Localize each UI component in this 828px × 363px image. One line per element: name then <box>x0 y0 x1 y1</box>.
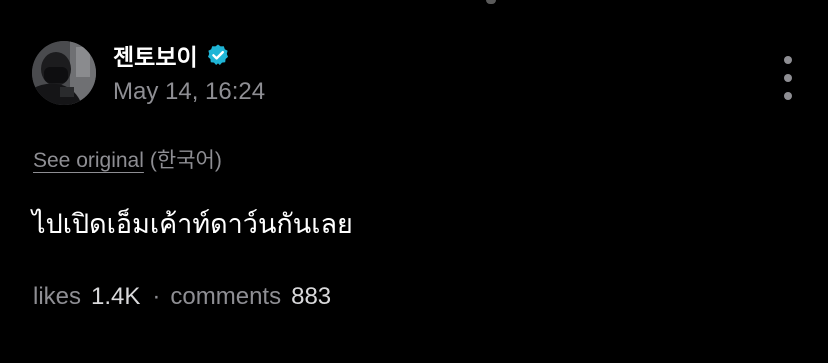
author-name-row[interactable]: 젠토보이 <box>113 38 230 72</box>
likes-label[interactable]: likes <box>33 283 81 311</box>
more-vertical-icon-dot-top <box>784 56 792 64</box>
more-options-button[interactable] <box>774 56 802 100</box>
more-vertical-icon-dot-middle <box>784 74 792 82</box>
comments-label[interactable]: comments <box>170 283 281 311</box>
avatar-photo <box>32 41 96 105</box>
more-vertical-icon-dot-bottom <box>784 92 792 100</box>
likes-count[interactable]: 1.4K <box>91 283 140 311</box>
source-language-label: (한국어) <box>149 149 222 172</box>
avatar[interactable] <box>32 41 96 105</box>
post-timestamp: May 14, 16:24 <box>113 78 266 105</box>
post-text: ไปเปิดเอ็มเค้าท์ดาว์นกันเลย <box>32 209 353 240</box>
comments-count[interactable]: 883 <box>291 283 331 311</box>
verified-badge-icon <box>207 44 228 65</box>
stats-separator: · <box>152 283 161 310</box>
see-original-link[interactable]: See original <box>33 149 144 172</box>
translation-notice: See original (한국어) <box>33 144 222 174</box>
top-edge-fragment <box>486 0 496 4</box>
author-name[interactable]: 젠토보이 <box>113 38 198 72</box>
post-stats: likes 1.4K · comments 883 <box>33 283 331 311</box>
